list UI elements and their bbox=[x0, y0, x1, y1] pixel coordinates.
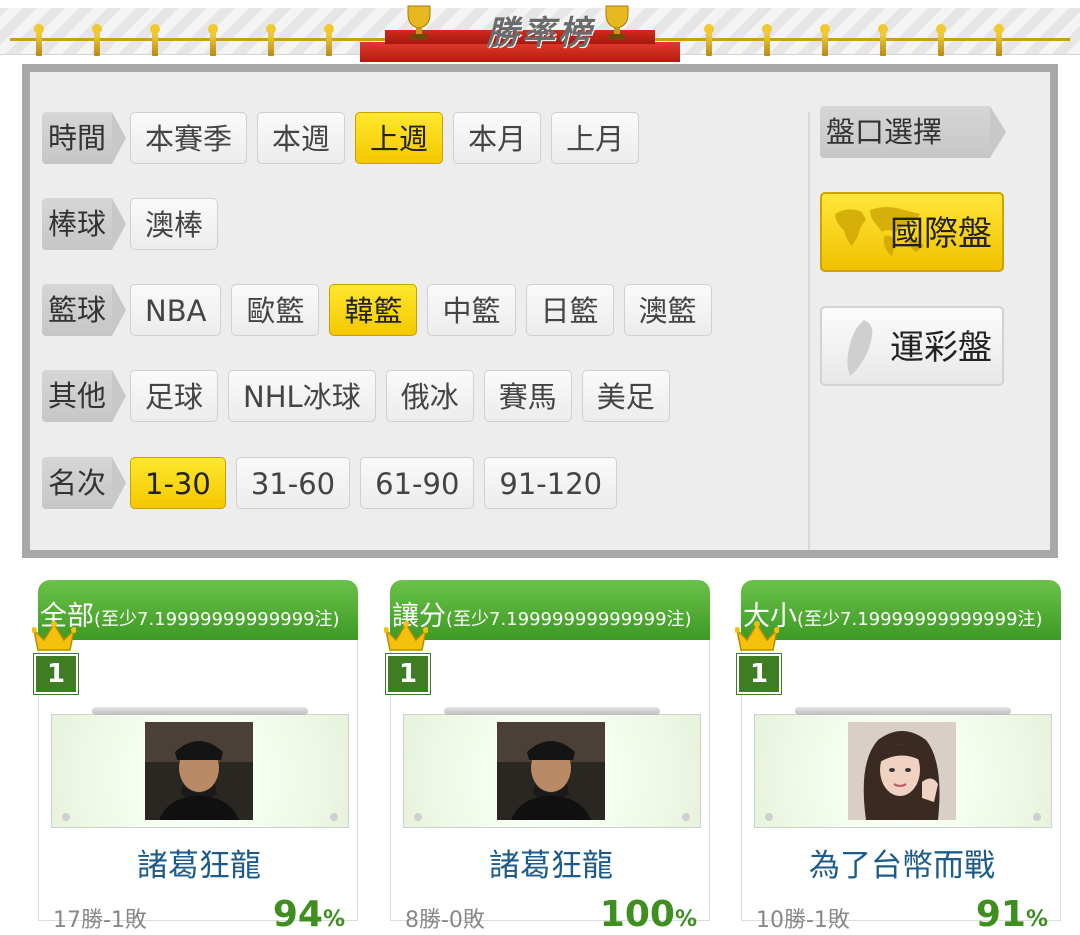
basketball-option-china[interactable]: 中籃 bbox=[427, 284, 516, 336]
rank-badge: 1 bbox=[386, 654, 430, 694]
card-header: 大小(至少7.19999999999999注) bbox=[741, 580, 1061, 640]
crown-icon bbox=[384, 621, 428, 651]
card-header: 讓分(至少7.19999999999999注) bbox=[390, 580, 710, 640]
card-category: 大小(至少7.19999999999999注) bbox=[743, 601, 1043, 632]
filter-panel-inner: 時間 本賽季 本週 上週 本月 上月 棒球 澳棒 籃球 NBA 歐籃 韓籃 中籃… bbox=[30, 72, 1050, 550]
rope-post bbox=[208, 24, 218, 56]
rope-post bbox=[820, 24, 830, 56]
rope-post bbox=[324, 24, 334, 56]
basketball-label: 籃球 bbox=[42, 284, 127, 336]
plaque-dot bbox=[62, 813, 70, 821]
card-header: 全部(至少7.19999999999999注) bbox=[38, 580, 358, 640]
baseball-filter-row: 棒球 澳棒 bbox=[42, 196, 228, 252]
basketball-option-japan[interactable]: 日籃 bbox=[525, 284, 614, 336]
odds-label: 盤口選擇 bbox=[820, 106, 1006, 158]
rank-option-91-120[interactable]: 91-120 bbox=[484, 457, 618, 509]
win-loss-record: 10勝-1敗 bbox=[756, 908, 850, 933]
filter-panel: 時間 本賽季 本週 上週 本月 上月 棒球 澳棒 籃球 NBA 歐籃 韓籃 中籃… bbox=[22, 64, 1058, 558]
international-odds-button[interactable]: 國際盤 bbox=[820, 192, 1004, 272]
card-body: 諸葛狂龍 17勝-1敗 94% bbox=[38, 640, 359, 935]
leader-card-over-under[interactable]: 大小(至少7.19999999999999注) 為了台幣而戰 10勝-1敗 91… bbox=[735, 580, 1062, 935]
card-category: 全部(至少7.19999999999999注) bbox=[40, 601, 340, 632]
trophy-icon bbox=[407, 5, 431, 40]
rank-badge: 1 bbox=[34, 654, 78, 694]
basketball-option-australia[interactable]: 澳籃 bbox=[623, 284, 712, 336]
rank-option-31-60[interactable]: 31-60 bbox=[235, 457, 351, 509]
card-category: 讓分(至少7.19999999999999注) bbox=[392, 601, 692, 632]
time-option-season[interactable]: 本賽季 bbox=[130, 112, 248, 164]
plaque-dot bbox=[765, 813, 773, 821]
other-option-horse-racing[interactable]: 賽馬 bbox=[483, 370, 572, 422]
card-body: 諸葛狂龍 8勝-0敗 100% bbox=[390, 640, 711, 935]
rope-post bbox=[936, 24, 946, 56]
panel-divider bbox=[808, 112, 810, 550]
basketball-option-korea[interactable]: 韓籃 bbox=[329, 284, 418, 336]
crown-icon bbox=[32, 621, 76, 651]
other-option-nfl[interactable]: 美足 bbox=[581, 370, 670, 422]
rank-option-1-30[interactable]: 1-30 bbox=[130, 457, 226, 509]
card-body: 為了台幣而戰 10勝-1敗 91% bbox=[741, 640, 1062, 935]
time-option-last-week[interactable]: 上週 bbox=[355, 112, 444, 164]
leaderboard-banner: 勝率榜 bbox=[0, 0, 1080, 66]
win-rate: 91% bbox=[975, 894, 1048, 935]
rank-option-61-90[interactable]: 61-90 bbox=[360, 457, 475, 509]
win-loss-record: 8勝-0敗 bbox=[405, 908, 485, 933]
sports-lottery-odds-label: 運彩盤 bbox=[890, 328, 992, 368]
crown-icon bbox=[735, 621, 779, 651]
plaque-dot bbox=[1033, 813, 1041, 821]
rank-badge: 1 bbox=[737, 654, 781, 694]
rope-post bbox=[762, 24, 772, 56]
plaque-dot bbox=[682, 813, 690, 821]
win-rate: 94% bbox=[272, 894, 345, 935]
rope-post bbox=[878, 24, 888, 56]
user-name[interactable]: 為了台幣而戰 bbox=[742, 840, 1062, 885]
win-loss-record: 17勝-1敗 bbox=[53, 908, 147, 933]
rank-label: 名次 bbox=[42, 457, 127, 509]
other-option-soccer[interactable]: 足球 bbox=[130, 370, 219, 422]
sports-lottery-odds-button[interactable]: 運彩盤 bbox=[820, 306, 1004, 386]
basketball-option-nba[interactable]: NBA bbox=[130, 284, 222, 336]
baseball-option-abl[interactable]: 澳棒 bbox=[130, 198, 219, 250]
other-option-nhl[interactable]: NHL冰球 bbox=[228, 370, 376, 422]
rope-post bbox=[92, 24, 102, 56]
rank-filter-row: 名次 1-30 31-60 61-90 91-120 bbox=[42, 455, 627, 511]
international-odds-label: 國際盤 bbox=[890, 214, 992, 254]
rope-post bbox=[704, 24, 714, 56]
time-option-this-week[interactable]: 本週 bbox=[257, 112, 346, 164]
win-rate: 100% bbox=[599, 894, 697, 935]
banner-title: 勝率榜 bbox=[486, 13, 594, 52]
time-label: 時間 bbox=[42, 112, 127, 164]
rope-post bbox=[34, 24, 44, 56]
user-name[interactable]: 諸葛狂龍 bbox=[39, 840, 359, 885]
time-option-last-month[interactable]: 上月 bbox=[551, 112, 640, 164]
rope-post bbox=[994, 24, 1004, 56]
basketball-option-euro[interactable]: 歐籃 bbox=[231, 284, 320, 336]
taiwan-map-icon bbox=[847, 320, 873, 376]
avatar[interactable] bbox=[848, 722, 956, 820]
avatar[interactable] bbox=[145, 722, 253, 820]
baseball-label: 棒球 bbox=[42, 198, 127, 250]
leader-card-spread[interactable]: 讓分(至少7.19999999999999注) 諸葛狂龍 8勝-0敗 100% … bbox=[384, 580, 711, 935]
avatar[interactable] bbox=[497, 722, 605, 820]
other-option-khl[interactable]: 俄冰 bbox=[385, 370, 474, 422]
other-label: 其他 bbox=[42, 370, 127, 422]
plaque-dot bbox=[330, 813, 338, 821]
plaque-dot bbox=[414, 813, 422, 821]
leader-card-all[interactable]: 全部(至少7.19999999999999注) 諸葛狂龍 17勝-1敗 94% … bbox=[32, 580, 359, 935]
rope-post bbox=[266, 24, 276, 56]
user-name[interactable]: 諸葛狂龍 bbox=[391, 840, 711, 885]
time-option-this-month[interactable]: 本月 bbox=[453, 112, 542, 164]
other-filter-row: 其他 足球 NHL冰球 俄冰 賽馬 美足 bbox=[42, 368, 680, 424]
basketball-filter-row: 籃球 NBA 歐籃 韓籃 中籃 日籃 澳籃 bbox=[42, 282, 722, 338]
time-filter-row: 時間 本賽季 本週 上週 本月 上月 bbox=[42, 110, 649, 166]
rope-post bbox=[150, 24, 160, 56]
